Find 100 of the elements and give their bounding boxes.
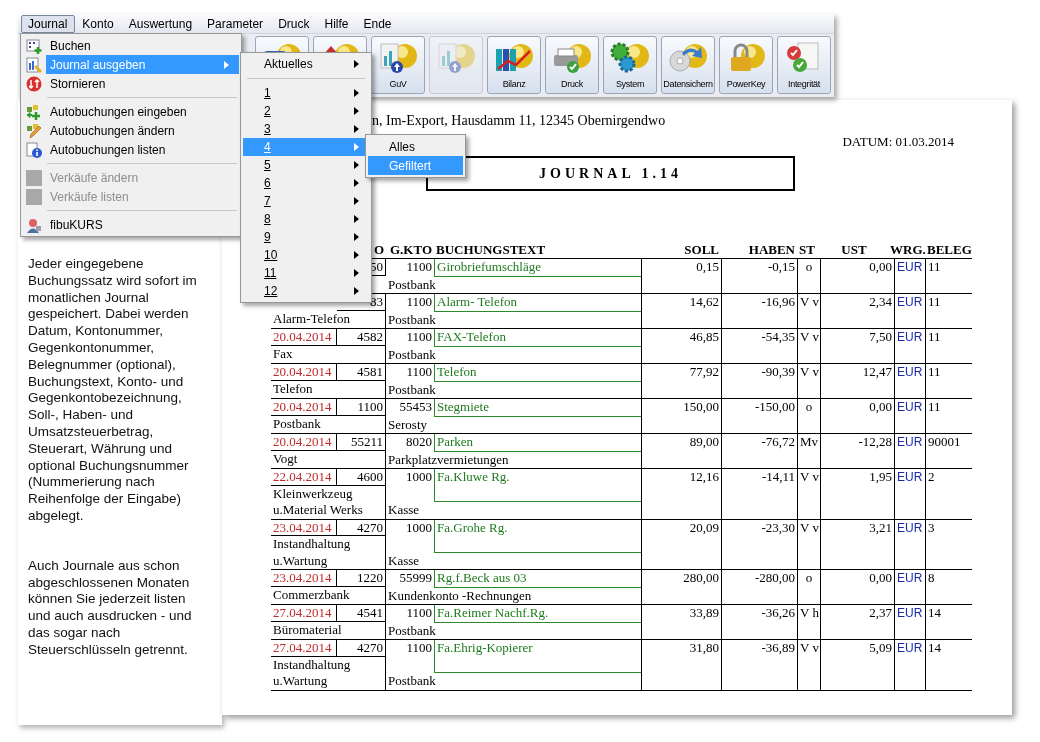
date-cell: 23.04.2014 (271, 570, 337, 587)
account-name-cell: Alarm-Telefon (271, 310, 386, 328)
menu-item[interactable]: Autobuchungen listen (46, 140, 239, 159)
toolbar-button[interactable]: GuV (371, 36, 425, 94)
toolbar-button[interactable]: Bilanz (487, 36, 541, 94)
table-cell: -16,96 (721, 294, 797, 328)
submenu-arrow-icon (354, 215, 359, 223)
table-cell: 150,00 (641, 399, 721, 433)
submenu-arrow-icon (354, 269, 359, 277)
menu-item[interactable]: 3 (243, 120, 369, 138)
blank-icon (26, 169, 42, 186)
menu-item[interactable]: Autobuchungen eingeben (46, 102, 239, 121)
table-cell: 2 (925, 469, 972, 519)
currency-cell: EUR (894, 519, 925, 569)
table-cell: -280,00 (721, 570, 797, 604)
booking-text-cell: Fa.Grohe Rg. (434, 519, 641, 553)
menu-item[interactable]: 8 (243, 210, 369, 228)
table-cell: V v (797, 329, 820, 363)
table-cell: 11 (925, 294, 972, 328)
column-header: HABEN (748, 242, 795, 257)
menu-bar-item[interactable]: Journal (21, 14, 76, 33)
booking-text-cell: FAX-Telefon (434, 329, 641, 347)
menu-item[interactable]: 7 (243, 192, 369, 210)
submenu-arrow-icon (354, 197, 359, 205)
submenu-arrow-icon (354, 287, 359, 295)
column-header: WRG. (890, 242, 926, 257)
table-cell: -90,39 (721, 364, 797, 398)
table-cell: -14,11 (721, 469, 797, 519)
submenu-arrow-icon (224, 60, 229, 69)
account-name-cell: Instandhaltung u.Wartung (271, 656, 386, 690)
table-cell-text: 1100 (405, 329, 433, 346)
submenu-arrow-icon (354, 179, 359, 187)
currency-cell: EUR (894, 640, 925, 690)
table-cell-text: 1100 (405, 259, 433, 276)
menu-bar-item[interactable]: Druck (271, 14, 318, 33)
submenu-arrow-icon (354, 161, 359, 169)
date-cell: 20.04.2014 (271, 399, 337, 416)
chart-icon (436, 41, 476, 73)
menu-item[interactable]: 5 (243, 156, 369, 174)
table-cell: V h (797, 605, 820, 639)
table-cell: 12,16 (641, 469, 721, 519)
table-cell: V v (797, 519, 820, 569)
toolbar-button[interactable]: System (603, 36, 657, 94)
menu-item[interactable]: 2 (243, 102, 369, 120)
booking-text-cell: Stegmiete (434, 399, 641, 417)
table-cell: V v (797, 469, 820, 519)
booking-text-cell: Girobriefumschläge (434, 259, 641, 277)
table-cell-text: 1100 (405, 640, 433, 657)
menu-bar-item[interactable]: Hilfe (317, 14, 357, 33)
booking-text-cell: Rg.f.Beck aus 03 (434, 570, 641, 588)
table-cell: 4270 (337, 519, 386, 536)
table-cell-text: 1100 (405, 364, 433, 381)
booking-text-cell: Alarm- Telefon (434, 294, 641, 312)
menu-item[interactable]: 6 (243, 174, 369, 192)
table-cell: 11 (925, 364, 972, 398)
person-icon (26, 216, 42, 233)
report-date: DATUM: 01.03.2014 (842, 134, 954, 150)
currency-cell: EUR (894, 329, 925, 363)
table-cell: -36,26 (721, 605, 797, 639)
toolbar-button[interactable]: Druck (545, 36, 599, 94)
table-cell: 90001 (925, 434, 972, 468)
cancel-icon (26, 75, 42, 92)
table-cell: 4600 (337, 469, 386, 486)
menu-item[interactable]: Alles (368, 137, 463, 156)
menu-item[interactable]: 9 (243, 228, 369, 246)
menu-item[interactable]: Autobuchungen ändern (46, 121, 239, 140)
menu-item[interactable]: Stornieren (46, 74, 239, 93)
currency-cell: EUR (894, 259, 925, 293)
menu-item[interactable]: Aktuelles (243, 55, 369, 73)
toolbar-button[interactable]: PowerKey (719, 36, 773, 94)
menu-item[interactable]: Buchen (46, 36, 239, 55)
menu-bar-item[interactable]: Konto (75, 14, 122, 33)
document-icon (26, 56, 42, 73)
menu-item[interactable]: fibuKURS (46, 215, 239, 234)
account-name-cell: Büromaterial (271, 621, 386, 639)
info-paragraph: Auch Journale aus schon abgeschlossenen Monaten können Sie jederzeit listen und auch ausdrucken - und das sogar nach Steuerschlüsseln getrennt. (28, 557, 193, 659)
table-cell: V v (797, 640, 820, 690)
currency-cell: EUR (894, 399, 925, 433)
toolbar-button[interactable]: Integrität (777, 36, 831, 94)
table-cell-text: Serosty (387, 416, 428, 433)
menu-item[interactable]: 1 (243, 84, 369, 102)
table-cell: 77,92 (641, 364, 721, 398)
table-cell: V v (797, 294, 820, 328)
currency-cell: EUR (894, 434, 925, 468)
table-cell: 7,50 (820, 329, 894, 363)
table-cell: 11 (925, 259, 972, 293)
table-cell: 11 (925, 329, 972, 363)
toolbar-button[interactable]: Datensichern (661, 36, 715, 94)
table-cell: 0,00 (820, 259, 894, 293)
gears-icon (610, 41, 650, 73)
table-cell: -12,28 (820, 434, 894, 468)
menu-bar-item[interactable]: Parameter (200, 14, 272, 33)
menu-bar-item[interactable]: Auswertung (121, 14, 201, 33)
chart-icon (378, 41, 418, 73)
table-cell: 1,95 (820, 469, 894, 519)
submenu-arrow-icon (354, 125, 359, 133)
disc-icon (668, 41, 708, 73)
menu-bar-item[interactable]: Ende (356, 14, 400, 33)
table-cell: 33,89 (641, 605, 721, 639)
table-cell-text: Postbank (387, 622, 437, 639)
